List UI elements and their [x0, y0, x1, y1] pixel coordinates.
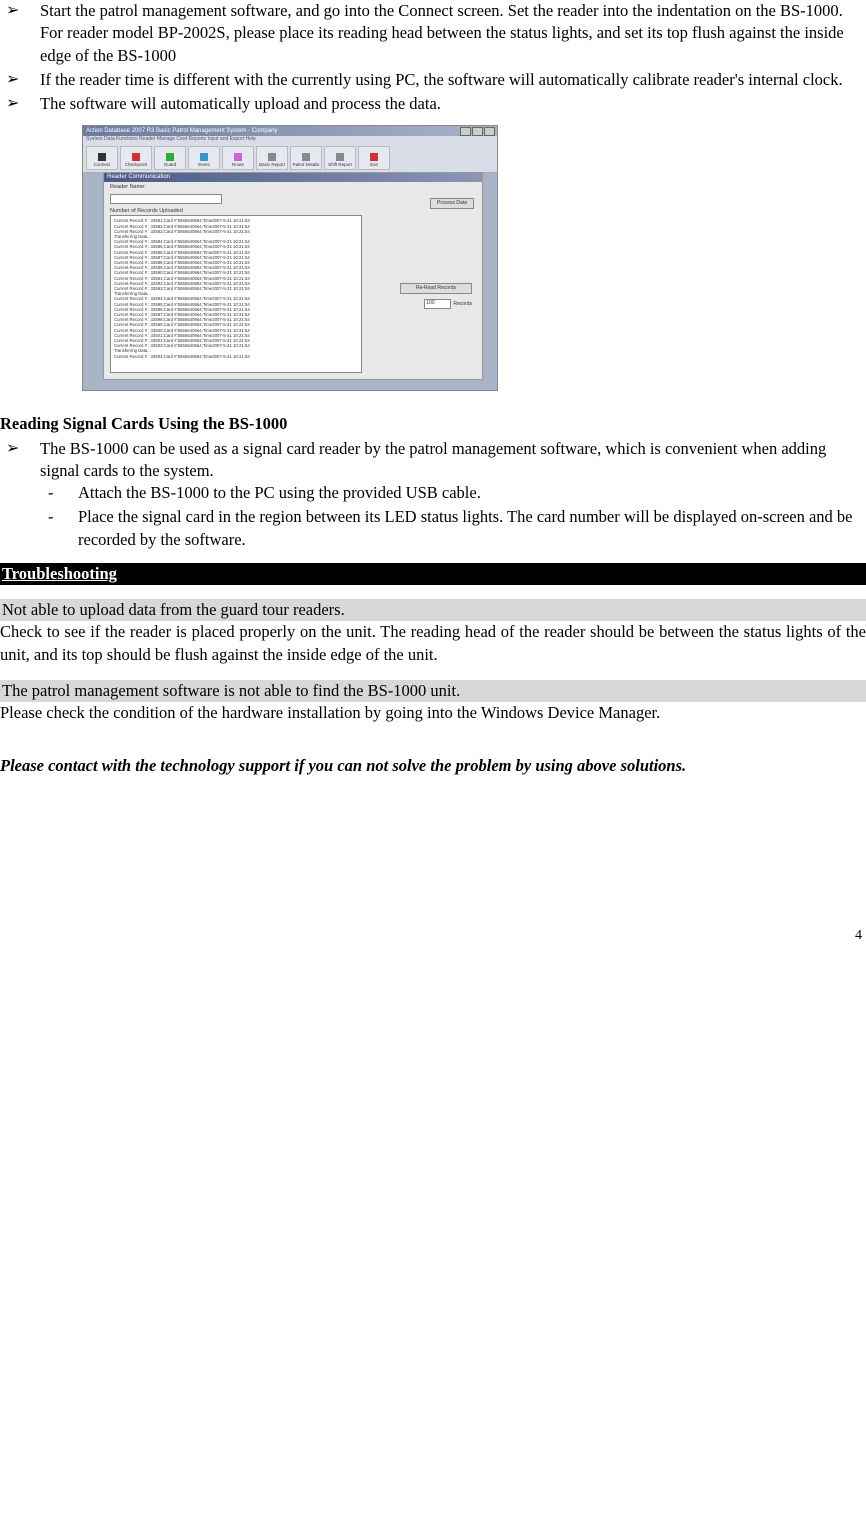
menu-bar[interactable]: System Data Functions Reader Manage Card… [83, 136, 497, 144]
records-row: 100 Records [424, 299, 472, 309]
bullet-list-reading: The BS-1000 can be used as a signal card… [0, 438, 866, 551]
close-icon[interactable] [484, 127, 495, 136]
dialog-title: Reader Communication [104, 173, 482, 182]
heading-troubleshooting: Troubleshooting [0, 563, 866, 585]
list-text: The BS-1000 can be used as a signal card… [40, 439, 826, 480]
ts-answer-1: Check to see if the reader is placed pro… [0, 621, 866, 666]
toolbar-shift-report[interactable]: Shift Report [324, 146, 356, 170]
heading-text: Troubleshooting [2, 564, 117, 583]
event-icon [200, 153, 208, 161]
records-uploaded-label: Number of Records Uploaded [110, 208, 183, 215]
bullet-list-top: Start the patrol management software, an… [0, 0, 866, 115]
list-item: The BS-1000 can be used as a signal card… [40, 438, 866, 551]
toolbar-guard[interactable]: Guard [154, 146, 186, 170]
list-item: Attach the BS-1000 to the PC using the p… [78, 482, 866, 504]
reader-name-row: Reader Name: [104, 182, 482, 193]
details-icon [302, 153, 310, 161]
list-item: Start the patrol management software, an… [40, 0, 866, 67]
toolbar-label: Connect [94, 162, 111, 168]
page-number: 4 [0, 927, 866, 946]
ts-question-2: The patrol management software is not ab… [0, 680, 866, 702]
records-input[interactable]: 100 [424, 299, 451, 309]
window-titlebar: Action Database 2007 R3 Basic Patrol Man… [83, 126, 497, 136]
process-data-button[interactable]: Process Data [430, 198, 474, 209]
toolbar-label: Event [198, 162, 210, 168]
toolbar-label: Exit [370, 162, 378, 168]
toolbar-label: Shift Report [328, 162, 352, 168]
toolbar-route[interactable]: Route [222, 146, 254, 170]
connect-icon [98, 153, 106, 161]
records-label: Records [453, 301, 472, 308]
closing-note: Please contact with the technology suppo… [0, 755, 866, 777]
minimize-icon[interactable] [460, 127, 471, 136]
toolbar: Connect Checkpoint Guard Event Route Bas… [83, 144, 497, 173]
route-icon [234, 153, 242, 161]
toolbar-connect[interactable]: Connect [86, 146, 118, 170]
toolbar-checkpoint[interactable]: Checkpoint [120, 146, 152, 170]
maximize-icon[interactable] [472, 127, 483, 136]
window-buttons [460, 127, 495, 136]
toolbar-label: Route [232, 162, 244, 168]
toolbar-event[interactable]: Event [188, 146, 220, 170]
list-item: If the reader time is different with the… [40, 69, 866, 91]
ts-answer-2: Please check the condition of the hardwa… [0, 702, 866, 724]
list-item: Place the signal card in the region betw… [78, 506, 866, 551]
toolbar-label: Basic Report [259, 162, 285, 168]
heading-reading-signal: Reading Signal Cards Using the BS-1000 [0, 413, 866, 435]
toolbar-label: Guard [164, 162, 177, 168]
shift-icon [336, 153, 344, 161]
window-title: Action Database 2007 R3 Basic Patrol Man… [86, 128, 277, 134]
toolbar-basic-report[interactable]: Basic Report [256, 146, 288, 170]
list-item: The software will automatically upload a… [40, 93, 866, 115]
exit-icon [370, 153, 378, 161]
app-screenshot: Action Database 2007 R3 Basic Patrol Man… [82, 125, 866, 391]
reader-name-input[interactable] [110, 194, 222, 204]
dash-list: Attach the BS-1000 to the PC using the p… [40, 482, 866, 551]
ts-question-1: Not able to upload data from the guard t… [0, 599, 866, 621]
toolbar-label: Checkpoint [125, 162, 148, 168]
reread-button[interactable]: Re-Read Records [400, 283, 472, 294]
toolbar-label: Patrol Details [293, 162, 320, 168]
app-window: Action Database 2007 R3 Basic Patrol Man… [82, 125, 498, 391]
guard-icon [166, 153, 174, 161]
toolbar-patrol-details[interactable]: Patrol Details [290, 146, 322, 170]
document-page: Start the patrol management software, an… [0, 0, 866, 976]
reader-name-label: Reader Name: [110, 184, 146, 191]
checkpoint-icon [132, 153, 140, 161]
log-list[interactable]: Current Record # : 33581;Card #:55666406… [110, 215, 362, 373]
report-icon [268, 153, 276, 161]
toolbar-exit[interactable]: Exit [358, 146, 390, 170]
dialog: Reader Communication Reader Name: Number… [103, 172, 483, 380]
